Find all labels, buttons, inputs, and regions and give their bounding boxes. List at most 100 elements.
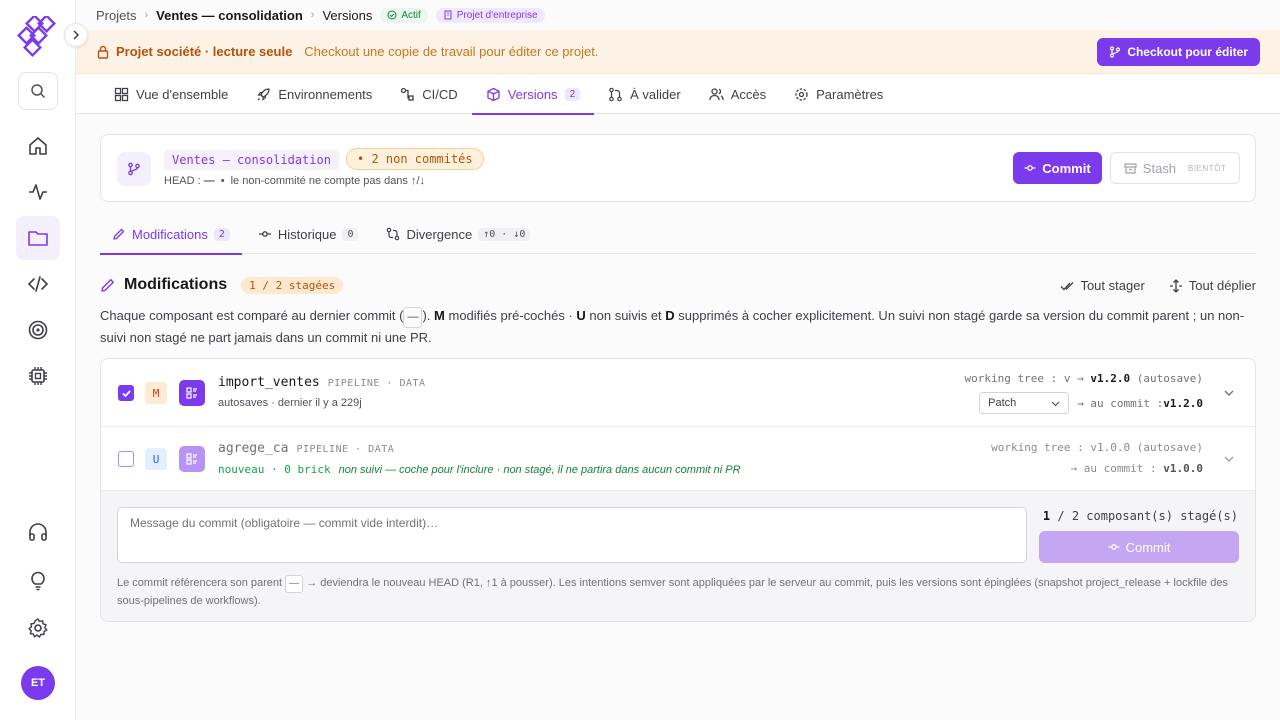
status-badge-label: Actif [401,9,421,21]
commit-button[interactable]: Commit [1013,152,1102,184]
tab-cicd[interactable]: CI/CD [386,74,471,114]
chevron-right-icon [73,30,80,40]
search-button[interactable] [18,72,58,110]
chevron-down-icon [1051,401,1060,406]
pull-request-icon [609,87,622,101]
folder-icon [28,231,48,246]
breadcrumb-project[interactable]: Ventes — consolidation [156,8,303,23]
commit-icon [1108,544,1120,550]
change-row: U agrege_ca PIPELINE · DATA nouveau · 0 b… [101,427,1255,491]
user-avatar[interactable]: ET [21,666,55,700]
subtab-label: Modifications [132,226,208,242]
home-icon [29,137,47,155]
untracked-hint: non suivi — coche pour l'inclure · non s… [338,464,741,476]
component-name[interactable]: import_ventes PIPELINE · DATA [218,375,426,390]
status-letter-untracked: U [145,448,167,470]
head-label: HEAD : — [164,175,215,187]
tab-versions[interactable]: Versions 2 [471,74,595,115]
breadcrumb-projects[interactable]: Projets [96,8,136,23]
headphones-icon [29,523,47,541]
tab-label: Accès [730,86,767,102]
expand-all-label: Tout déplier [1188,278,1256,293]
component-subtitle: nouveau · 0 brick non suivi — coche pour … [218,463,741,476]
banner-title: Projet société · lecture seule [116,44,293,59]
separator-dot: • [220,175,225,187]
project-tabs: Vue d'ensemble Environnements CI/CD Vers… [76,74,1280,115]
activity-icon [29,184,47,200]
archive-icon [1124,162,1137,174]
readonly-banner: Projet société · lecture seule Checkout … [76,30,1280,74]
nav-projects[interactable] [16,216,60,260]
subtab-count: ↑0 · ↓0 [478,227,531,241]
commit-submit-label: Commit [1125,539,1171,555]
stage-checkbox[interactable] [118,451,134,467]
building-icon [444,10,452,20]
status-letter-modified: M [145,382,167,404]
head-value: — [203,175,215,187]
nav-compute[interactable] [16,354,60,398]
gear-icon [28,618,48,638]
tab-access[interactable]: Accès [695,74,780,114]
check-circle-icon [387,10,397,20]
chevron-down-icon[interactable] [1221,451,1237,467]
checkout-button-label: Checkout pour éditer [1127,45,1248,59]
commit-icon [258,231,271,237]
staged-badge: 1 / 2 stagées [241,276,344,294]
breadcrumb: Projets › Ventes — consolidation › Versi… [96,6,545,24]
commit-button-label: Commit [1042,160,1091,176]
tab-settings[interactable]: Paramètres [780,74,897,114]
chevron-down-icon[interactable] [1221,385,1237,401]
component-type: PIPELINE · DATA [327,378,426,389]
subtab-count: 2 [213,227,230,241]
tab-overview[interactable]: Vue d'ensemble [100,74,242,114]
sidebar: ET [0,0,88,720]
banner-subtitle: Checkout une copie de travail pour édite… [304,44,599,59]
nav-support[interactable] [16,510,60,554]
subtab-label: Historique [277,226,337,242]
expand-icon [1169,278,1182,293]
stage-checkbox[interactable] [118,385,134,401]
nav-targets[interactable] [16,308,60,352]
gear-icon [795,87,808,101]
modifications-description: Chaque composant est comparé au dernier … [100,307,1245,345]
check-icon [121,389,131,397]
nav-ideas[interactable] [16,558,60,602]
uncommitted-badge: • 2 non commités [346,148,484,170]
chevron-right-icon: › [144,9,149,21]
tab-environments[interactable]: Environnements [242,74,386,114]
project-type-label: Projet d'entreprise [456,9,538,21]
checkout-button[interactable]: Checkout pour éditer [1097,38,1260,66]
tab-label: Paramètres [816,86,884,102]
stash-button[interactable]: Stash BIENTÔT [1110,152,1240,184]
semver-bump-select[interactable]: Patch [979,392,1070,414]
breadcrumb-current: Versions [322,7,373,23]
cpu-icon [29,367,47,385]
nav-code[interactable] [16,262,60,306]
commit-version-info: → au commit : v1.0.0 [1070,462,1203,475]
commit-submit-button[interactable]: Commit [1039,531,1239,563]
component-name[interactable]: agrege_ca PIPELINE · DATA [218,441,394,456]
nav-settings[interactable] [16,606,60,650]
subtab-history[interactable]: Historique 0 [246,214,371,254]
branch-name: Ventes — consolidation [164,150,339,170]
subtab-modifications[interactable]: Modifications 2 [100,214,242,255]
expand-all-button[interactable]: Tout déplier [1169,278,1256,293]
staged-count: 1 / 2 composant(s) stagé(s) [1042,509,1238,523]
nav-activity[interactable] [16,170,60,214]
compare-icon [387,227,400,241]
commit-composer: Message du commit (obligatoire — commit … [101,491,1255,621]
stage-all-button[interactable]: Tout stager [1060,278,1145,293]
logo-icon[interactable] [16,14,60,60]
subtab-label: Divergence [406,226,473,242]
tab-label: Versions [507,86,558,102]
subtab-divergence[interactable]: Divergence ↑0 · ↓0 [374,214,542,254]
pencil-icon [101,279,114,292]
tab-label: Environnements [278,86,373,102]
component-type: PIPELINE · DATA [296,444,395,455]
head-info: HEAD : — • le non-commité ne compte pas … [164,175,425,187]
working-tree-info: working tree : v → v1.2.0 (autosave) [964,372,1203,385]
commit-message-input[interactable]: Message du commit (obligatoire — commit … [117,507,1027,563]
tab-to-validate[interactable]: À valider [594,74,695,114]
nav-home[interactable] [16,124,60,168]
sidebar-collapse-button[interactable] [64,23,88,47]
